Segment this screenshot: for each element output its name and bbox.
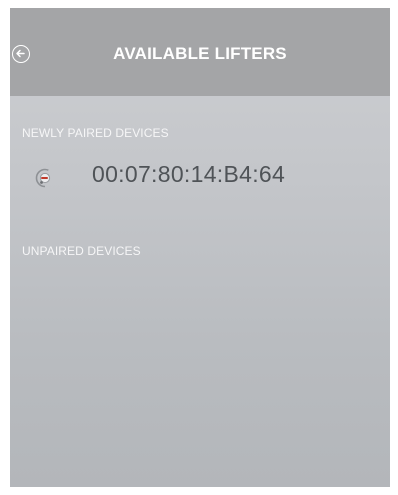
device-address: 00:07:80:14:B4:64	[92, 161, 286, 187]
device-list-item[interactable]: 00:07:80:14:B4:64	[10, 148, 390, 208]
app-screen: AVAILABLE LIFTERS NEWLY PAIRED DEVICES 0…	[10, 8, 390, 487]
lifter-device-icon	[35, 168, 55, 188]
header-bar: AVAILABLE LIFTERS	[10, 8, 390, 96]
unpaired-devices-label: UNPAIRED DEVICES	[22, 244, 141, 258]
newly-paired-devices-label: NEWLY PAIRED DEVICES	[22, 126, 169, 140]
back-button[interactable]	[12, 45, 30, 63]
back-arrow-icon	[16, 49, 25, 58]
page-title: AVAILABLE LIFTERS	[113, 44, 287, 63]
